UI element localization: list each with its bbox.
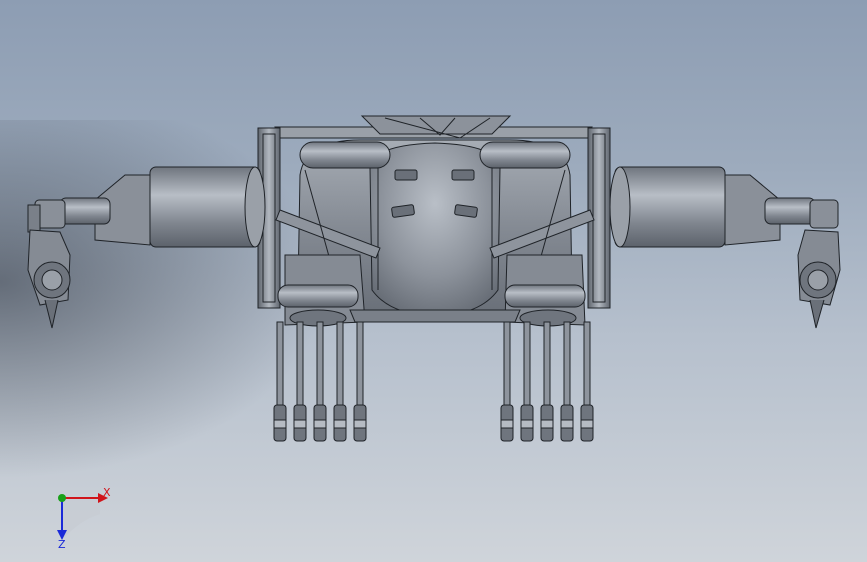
upper-right-cylinder xyxy=(479,141,571,169)
axis-triad: X Z xyxy=(57,486,111,550)
finger-rod xyxy=(503,321,511,408)
robot-assembly-model[interactable] xyxy=(0,0,867,562)
finger-rod xyxy=(356,321,364,408)
finger-band xyxy=(580,419,594,429)
graphics-viewport[interactable]: X Z xyxy=(0,0,867,562)
finger-rod xyxy=(523,321,531,408)
z-axis-label: Z xyxy=(58,538,66,550)
left-shoulder xyxy=(149,166,261,248)
finger-rod xyxy=(296,321,304,408)
finger-band xyxy=(500,419,514,429)
finger-band xyxy=(540,419,554,429)
finger-band xyxy=(333,419,347,429)
finger-band xyxy=(273,419,287,429)
finger-band xyxy=(560,419,574,429)
finger-band xyxy=(353,419,367,429)
finger-rod xyxy=(336,321,344,408)
finger-band xyxy=(313,419,327,429)
front-dome xyxy=(369,142,501,317)
finger-rod xyxy=(583,321,591,408)
upper-left-cylinder xyxy=(299,141,391,169)
finger-rod xyxy=(543,321,551,408)
finger-rod xyxy=(276,321,284,408)
y-axis-dot xyxy=(58,494,66,502)
finger-rod xyxy=(316,321,324,408)
right-shoulder xyxy=(614,166,726,248)
finger-rod xyxy=(563,321,571,408)
finger-band xyxy=(293,419,307,429)
x-axis-label: X xyxy=(103,486,111,499)
finger-rods xyxy=(273,321,594,442)
finger-band xyxy=(520,419,534,429)
